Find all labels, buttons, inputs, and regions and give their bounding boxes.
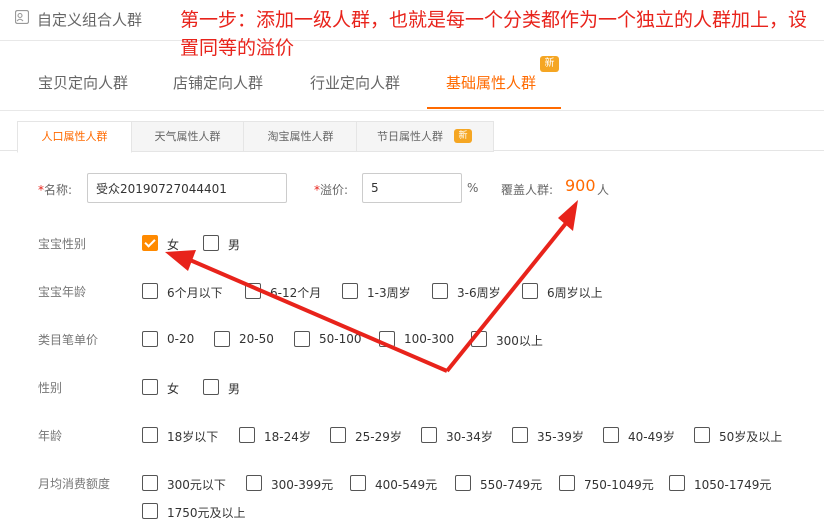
- page-title: 自定义组合人群: [37, 11, 143, 29]
- checkbox-icon[interactable]: [214, 331, 230, 347]
- checkbox-icon[interactable]: [421, 427, 437, 443]
- checkbox-icon[interactable]: [142, 379, 158, 395]
- name-input[interactable]: [87, 173, 287, 203]
- row-label-age: 年龄: [38, 429, 63, 443]
- checkbox-icon[interactable]: [379, 331, 395, 347]
- name-label: *名称:: [38, 183, 73, 197]
- checkbox-icon[interactable]: [239, 427, 255, 443]
- audience-edit-icon: [15, 10, 29, 24]
- tab-shop-targeting[interactable]: 店铺定向人群: [173, 72, 263, 93]
- new-badge: 新: [454, 129, 472, 143]
- checkbox-icon[interactable]: [669, 475, 685, 491]
- checkbox-icon[interactable]: [246, 475, 262, 491]
- checkbox-icon[interactable]: [203, 235, 219, 251]
- arrow-head-up-icon: [558, 200, 578, 231]
- checkbox-icon[interactable]: [294, 331, 310, 347]
- checkbox-icon[interactable]: [142, 331, 158, 347]
- cover-label: 覆盖人群:: [501, 183, 554, 197]
- tab-basic-attributes[interactable]: 基础属性人群: [446, 72, 536, 93]
- tab-item-targeting[interactable]: 宝贝定向人群: [38, 72, 128, 93]
- checkbox-icon[interactable]: [142, 503, 158, 519]
- checkbox-icon[interactable]: [455, 475, 471, 491]
- row-label-baby-age: 宝宝年龄: [38, 285, 87, 299]
- checkbox-icon[interactable]: [522, 283, 538, 299]
- checkbox-icon[interactable]: [342, 283, 358, 299]
- checkbox-icon[interactable]: [432, 283, 448, 299]
- subtab-holiday[interactable]: 节日属性人群: [356, 121, 494, 152]
- main-tabs: 宝贝定向人群 店铺定向人群 行业定向人群 基础属性人群 新: [0, 54, 824, 111]
- premium-unit: %: [467, 181, 479, 195]
- tab-industry-targeting[interactable]: 行业定向人群: [310, 72, 400, 93]
- checkbox-icon[interactable]: [142, 283, 158, 299]
- row-label-baby-gender: 宝宝性别: [38, 237, 87, 251]
- row-label-gender: 性别: [38, 381, 63, 395]
- arrow-line-to-checkbox: [189, 258, 448, 373]
- checkbox-icon[interactable]: [471, 331, 487, 347]
- row-label-unit-price: 类目笔单价: [38, 333, 99, 347]
- checkbox-icon[interactable]: [330, 427, 346, 443]
- checkbox-checked-icon[interactable]: [142, 235, 158, 251]
- subtab-weather[interactable]: 天气属性人群: [130, 121, 245, 152]
- cover-unit: 人: [597, 183, 610, 197]
- premium-input[interactable]: [362, 173, 462, 203]
- checkbox-icon[interactable]: [245, 283, 261, 299]
- new-badge: 新: [540, 56, 559, 72]
- cover-count: 900: [565, 176, 596, 195]
- checkbox-icon[interactable]: [559, 475, 575, 491]
- checkbox-icon[interactable]: [512, 427, 528, 443]
- arrow-head-left-icon: [165, 250, 196, 271]
- row-label-monthly-spend: 月均消费额度: [38, 477, 111, 491]
- checkbox-icon[interactable]: [603, 427, 619, 443]
- checkbox-icon[interactable]: [350, 475, 366, 491]
- sub-tabs: 人口属性人群 天气属性人群 淘宝属性人群 节日属性人群 新: [17, 121, 494, 153]
- checkbox-icon[interactable]: [142, 427, 158, 443]
- checkbox-icon[interactable]: [142, 475, 158, 491]
- checkbox-icon[interactable]: [694, 427, 710, 443]
- checkbox-icon[interactable]: [203, 379, 219, 395]
- subtab-population[interactable]: 人口属性人群: [17, 121, 132, 153]
- active-tab-indicator: [427, 107, 561, 109]
- subtab-taobao[interactable]: 淘宝属性人群: [243, 121, 358, 152]
- premium-label: *溢价:: [314, 183, 349, 197]
